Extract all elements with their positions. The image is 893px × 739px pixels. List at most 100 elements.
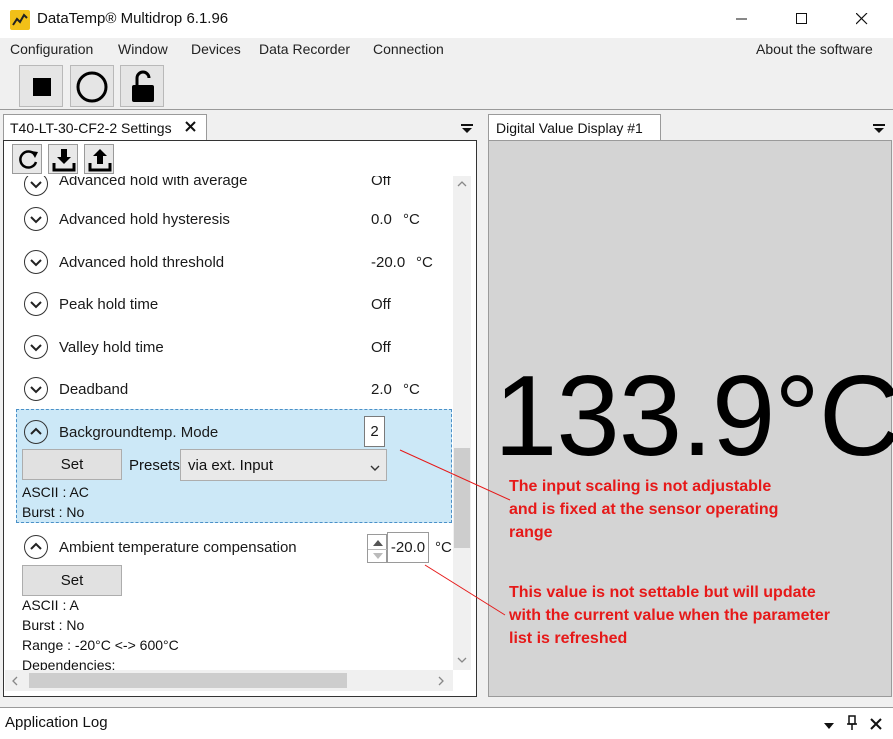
maximize-button[interactable]	[778, 0, 826, 38]
menu-window[interactable]: Window	[118, 41, 168, 57]
set-button[interactable]: Set	[22, 565, 122, 596]
burst-info: Burst : No	[22, 504, 85, 520]
chevron-down-icon[interactable]	[24, 335, 48, 359]
chevron-up-icon[interactable]	[24, 420, 48, 444]
param-name: Ambient temperature compensation	[59, 539, 297, 556]
list-item[interactable]: Peak hold time Off	[5, 292, 453, 335]
menu-devices[interactable]: Devices	[191, 41, 241, 57]
panel-menu-icon[interactable]	[873, 121, 885, 137]
scroll-left-icon[interactable]	[11, 676, 19, 689]
annotation-line: and is fixed at the sensor operating	[509, 501, 779, 518]
chevron-down-icon[interactable]	[24, 207, 48, 231]
param-value: Off	[371, 339, 391, 356]
annotation-line: list is refreshed	[509, 630, 628, 647]
window-title: DataTemp® Multidrop 6.1.96	[37, 10, 229, 27]
vertical-scrollbar[interactable]	[453, 176, 471, 670]
param-unit: °C	[403, 381, 420, 398]
param-value: -20.0	[371, 254, 406, 271]
upload-icon	[88, 149, 112, 172]
menu-bar: Configuration Window Devices Data Record…	[0, 38, 893, 62]
param-name: Backgroundtemp. Mode	[59, 424, 219, 441]
param-value: Off	[371, 296, 391, 313]
pin-icon[interactable]	[846, 715, 858, 734]
stop-icon	[33, 78, 51, 96]
list-item[interactable]: Valley hold time Off	[5, 335, 453, 378]
list-item[interactable]: Advanced hold with average Off	[5, 176, 453, 205]
refresh-button[interactable]	[12, 144, 42, 174]
download-button[interactable]	[48, 144, 78, 174]
value-stepper[interactable]	[367, 534, 388, 563]
set-button[interactable]: Set	[22, 449, 122, 480]
presets-selected-value: via ext. Input	[188, 457, 274, 474]
menu-data-recorder[interactable]: Data Recorder	[259, 41, 350, 57]
chevron-down-icon[interactable]	[24, 250, 48, 274]
tab-close-icon[interactable]	[184, 119, 198, 136]
record-icon	[76, 71, 108, 103]
param-name: Advanced hold hysteresis	[59, 211, 230, 228]
tab-settings[interactable]: T40-LT-30-CF2-2 Settings	[3, 114, 207, 141]
chevron-down-icon[interactable]	[24, 377, 48, 401]
presets-dropdown[interactable]: via ext. Input	[180, 449, 387, 481]
stop-button[interactable]	[19, 65, 63, 107]
ascii-info: ASCII : A	[22, 597, 79, 613]
ambient-value-field: -20.0	[387, 532, 429, 563]
list-item[interactable]: Advanced hold threshold -20.0 °C	[5, 249, 453, 292]
annotation-line: with the current value when the paramete…	[509, 607, 830, 624]
scroll-down-icon[interactable]	[457, 656, 467, 667]
param-value: Off	[371, 176, 391, 189]
dependencies-info: Dependencies:	[22, 657, 116, 670]
vertical-scroll-thumb[interactable]	[454, 448, 470, 548]
annotation-note-2: This value is not settable but will upda…	[509, 581, 830, 650]
tab-settings-label: T40-LT-30-CF2-2 Settings	[10, 120, 172, 136]
tab-digital-display-label: Digital Value Display #1	[496, 120, 643, 136]
mode-value-input[interactable]: 2	[364, 416, 385, 447]
unlock-icon	[132, 70, 154, 102]
application-log-bar: Application Log	[0, 707, 893, 739]
param-unit: °C	[416, 254, 433, 271]
param-value: 2.0	[371, 381, 392, 398]
param-name: Peak hold time	[59, 296, 159, 313]
param-name: Valley hold time	[59, 339, 164, 356]
temperature-readout: 133.9°C	[494, 353, 893, 480]
parameter-list: Advanced hold with average Off Advanced …	[5, 176, 453, 670]
download-icon	[52, 149, 76, 172]
burst-info: Burst : No	[22, 617, 85, 633]
param-unit: °C	[435, 539, 452, 556]
refresh-icon	[19, 150, 38, 169]
panel-menu-icon[interactable]	[461, 121, 473, 137]
chevron-down-icon[interactable]	[24, 292, 48, 316]
horizontal-scrollbar[interactable]	[5, 670, 453, 691]
close-window-button[interactable]	[838, 0, 886, 38]
app-logo-icon	[10, 10, 30, 30]
menu-connection[interactable]: Connection	[373, 41, 444, 57]
annotation-line: The input scaling is not adjustable	[509, 478, 772, 495]
menu-configuration[interactable]: Configuration	[10, 41, 93, 57]
scroll-up-icon[interactable]	[457, 180, 467, 191]
range-info: Range : -20°C <-> 600°C	[22, 637, 179, 653]
param-unit: °C	[403, 211, 420, 228]
list-item[interactable]: Advanced hold hysteresis 0.0 °C	[5, 206, 453, 249]
chevron-down-icon[interactable]	[24, 176, 48, 196]
log-menu-icon[interactable]	[823, 718, 835, 734]
upload-button[interactable]	[84, 144, 114, 174]
tab-digital-display[interactable]: Digital Value Display #1	[488, 114, 661, 141]
param-name: Advanced hold with average	[59, 176, 248, 189]
application-log-title: Application Log	[5, 714, 108, 731]
param-name: Advanced hold threshold	[59, 254, 225, 271]
record-button[interactable]	[70, 65, 114, 107]
scroll-right-icon[interactable]	[437, 676, 445, 689]
menu-about[interactable]: About the software	[756, 41, 873, 57]
annotation-note-1: The input scaling is not adjustable and …	[509, 475, 778, 544]
presets-label: Presets	[129, 457, 180, 474]
ascii-info: ASCII : AC	[22, 484, 89, 500]
minimize-button[interactable]	[718, 0, 766, 38]
settings-toolbar	[5, 142, 475, 176]
horizontal-scroll-thumb[interactable]	[29, 673, 347, 688]
chevron-up-icon[interactable]	[24, 535, 48, 559]
toolbar	[0, 62, 893, 110]
annotation-line: This value is not settable but will upda…	[509, 584, 816, 601]
close-icon[interactable]	[870, 717, 882, 733]
unlock-button[interactable]	[120, 65, 164, 107]
param-name: Deadband	[59, 381, 129, 398]
param-value: 0.0	[371, 211, 392, 228]
